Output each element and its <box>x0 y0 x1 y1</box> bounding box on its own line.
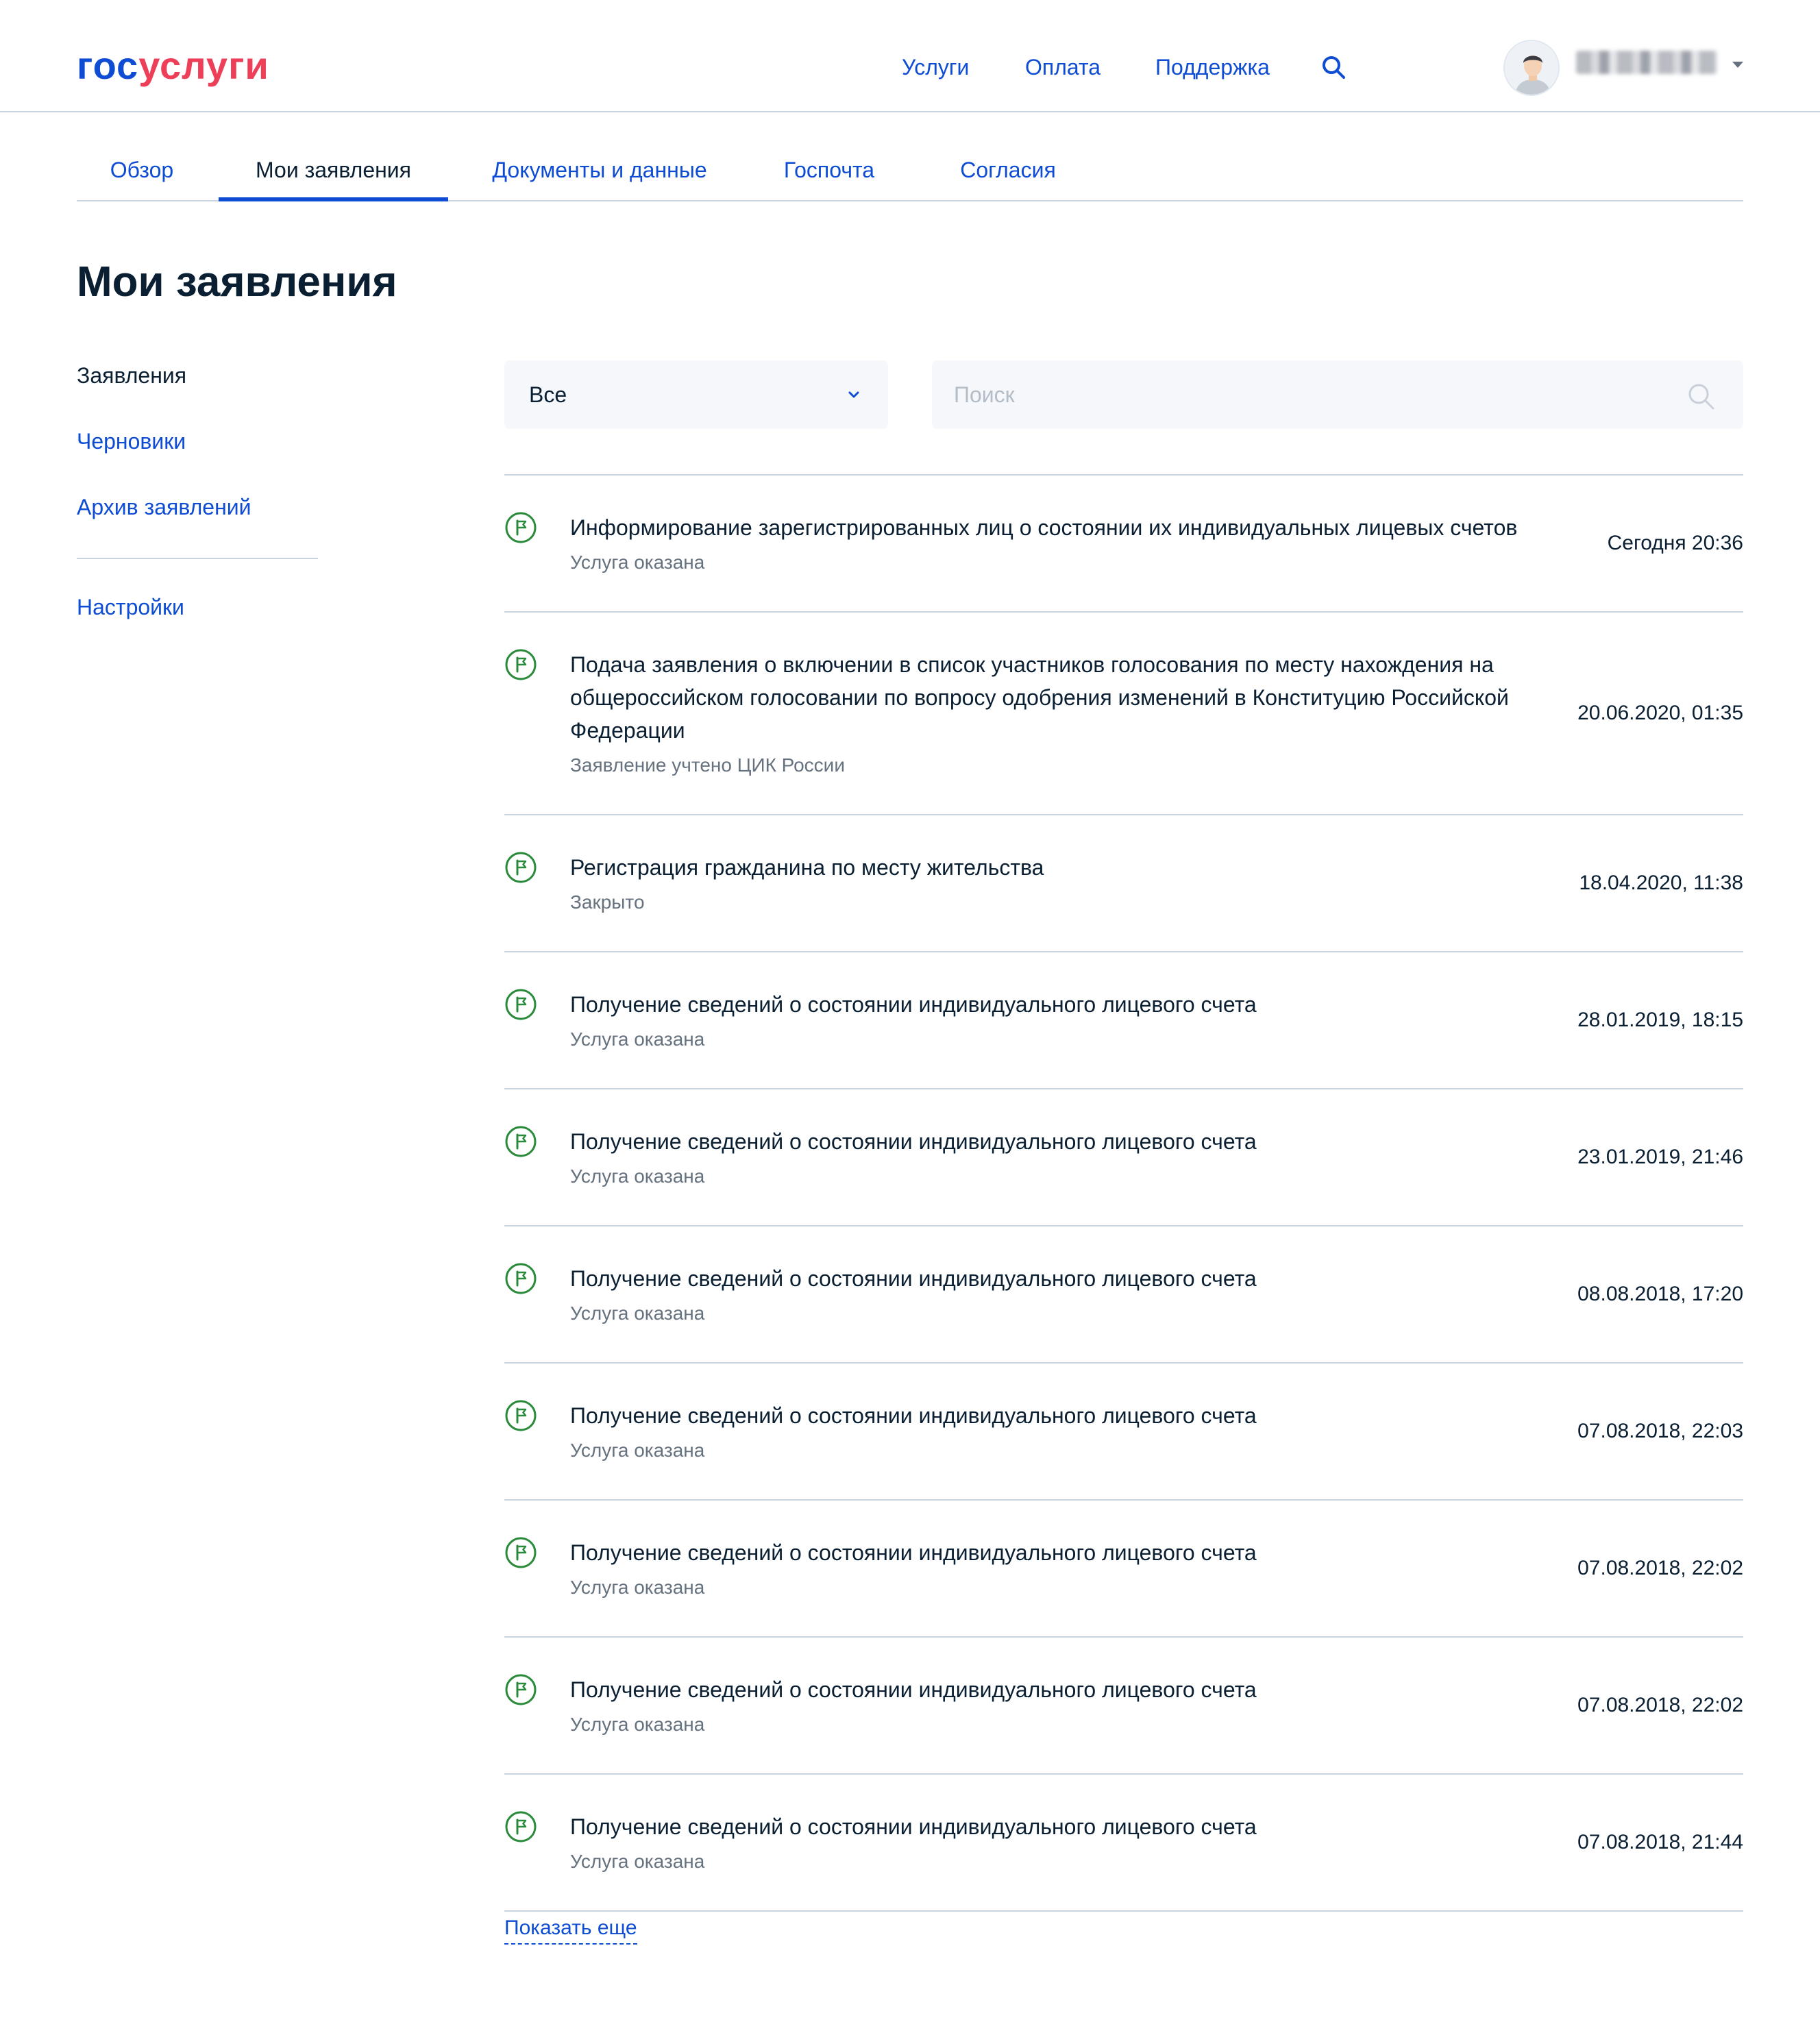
logo-part-gos: гос <box>77 44 139 87</box>
application-title: Получение сведений о состоянии индивидуа… <box>570 992 1257 1017</box>
application-date: 07.08.2018, 22:03 <box>1577 1420 1743 1442</box>
application-title: Получение сведений о состоянии индивидуа… <box>570 1403 1257 1428</box>
application-date: 18.04.2020, 11:38 <box>1579 872 1743 894</box>
application-row[interactable]: Получение сведений о состоянии индивидуа… <box>504 1225 1743 1362</box>
tab-gospochta[interactable]: Госпочта <box>762 156 896 201</box>
sidebar-item-settings[interactable]: Настройки <box>77 592 184 622</box>
application-row[interactable]: Получение сведений о состоянии индивидуа… <box>504 1362 1743 1499</box>
search-input[interactable] <box>954 378 1667 411</box>
application-title: Получение сведений о состоянии индивидуа… <box>570 1677 1257 1702</box>
application-title: Информирование зарегистрированных лиц о … <box>570 515 1518 540</box>
application-row[interactable]: Получение сведений о состоянии индивидуа… <box>504 1088 1743 1225</box>
application-row[interactable]: Получение сведений о состоянии индивидуа… <box>504 1636 1743 1773</box>
application-date: Сегодня 20:36 <box>1607 532 1743 554</box>
flag-status-icon <box>504 1810 537 1843</box>
application-status: Услуга оказана <box>570 1714 705 1735</box>
application-status: Услуга оказана <box>570 1577 705 1598</box>
tab-documents-and-data[interactable]: Документы и данные <box>481 156 718 201</box>
tab-my-applications[interactable]: Мои заявления <box>219 156 448 201</box>
application-title: Получение сведений о состоянии индивидуа… <box>570 1266 1257 1291</box>
flag-status-icon <box>504 511 537 544</box>
tab-overview[interactable]: Обзор <box>77 156 207 201</box>
applications-list: Информирование зарегистрированных лиц о … <box>504 474 1743 1912</box>
application-date: 23.01.2019, 21:46 <box>1577 1146 1743 1168</box>
application-date: 28.01.2019, 18:15 <box>1577 1009 1743 1031</box>
application-title: Получение сведений о состоянии индивидуа… <box>570 1540 1257 1565</box>
application-row[interactable]: Информирование зарегистрированных лиц о … <box>504 474 1743 611</box>
application-date: 20.06.2020, 01:35 <box>1577 702 1743 724</box>
application-status: Услуга оказана <box>570 1303 705 1324</box>
application-date: 07.08.2018, 21:44 <box>1577 1831 1743 1853</box>
application-row[interactable]: Получение сведений о состоянии индивидуа… <box>504 951 1743 1088</box>
application-row[interactable]: Регистрация гражданина по месту жительст… <box>504 814 1743 951</box>
caret-down-icon[interactable] <box>1732 62 1743 68</box>
search-icon[interactable] <box>1320 53 1347 81</box>
tab-consents[interactable]: Согласия <box>932 156 1084 201</box>
application-status: Услуга оказана <box>570 1440 705 1461</box>
flag-status-icon <box>504 1536 537 1569</box>
page: госуслуги Услуги Оплата Поддержка ██████… <box>0 0 1820 2035</box>
application-row[interactable]: Подача заявления о включении в список уч… <box>504 611 1743 814</box>
avatar[interactable] <box>1503 40 1560 96</box>
application-row[interactable]: Получение сведений о состоянии индивидуа… <box>504 1499 1743 1636</box>
application-status: Услуга оказана <box>570 1028 705 1050</box>
application-title: Подача заявления о включении в список уч… <box>570 652 1509 743</box>
application-status: Услуга оказана <box>570 1851 705 1872</box>
sidebar-item-drafts[interactable]: Черновики <box>77 426 186 456</box>
flag-status-icon <box>504 1399 537 1432</box>
application-status: Услуга оказана <box>570 1166 705 1187</box>
gosuslugi-logo[interactable]: госуслуги <box>77 38 269 93</box>
chevron-down-icon <box>844 385 863 404</box>
sidebar-divider <box>77 558 318 559</box>
application-date: 07.08.2018, 22:02 <box>1577 1557 1743 1579</box>
flag-status-icon <box>504 988 537 1021</box>
header: госуслуги Услуги Оплата Поддержка ██████… <box>0 0 1820 112</box>
nav-link-services[interactable]: Услуги <box>902 49 969 85</box>
flag-status-icon <box>504 1673 537 1706</box>
show-more-link[interactable]: Показать еще <box>504 1914 637 1945</box>
flag-status-icon <box>504 1262 537 1295</box>
nav-link-support[interactable]: Поддержка <box>1155 49 1270 85</box>
list-bottom-divider <box>504 1910 1743 1912</box>
account-tabs: Обзор Мои заявления Документы и данные Г… <box>77 152 1743 201</box>
application-status: Закрыто <box>570 891 645 913</box>
username[interactable]: ████████ ██ <box>1576 51 1717 74</box>
nav-link-payment[interactable]: Оплата <box>1025 49 1100 85</box>
sidebar-item-applications[interactable]: Заявления <box>77 360 186 391</box>
status-filter-select[interactable]: Все <box>504 360 888 429</box>
flag-status-icon <box>504 1125 537 1158</box>
search-field <box>932 360 1743 429</box>
application-title: Получение сведений о состоянии индивидуа… <box>570 1814 1257 1839</box>
application-title: Получение сведений о состоянии индивидуа… <box>570 1129 1257 1154</box>
flag-status-icon <box>504 851 537 884</box>
sidebar-item-archive[interactable]: Архив заявлений <box>77 492 251 522</box>
application-date: 07.08.2018, 22:02 <box>1577 1694 1743 1716</box>
flag-status-icon <box>504 648 537 681</box>
application-date: 08.08.2018, 17:20 <box>1577 1283 1743 1305</box>
application-title: Регистрация гражданина по месту жительст… <box>570 855 1044 880</box>
application-status: Заявление учтено ЦИК России <box>570 754 845 776</box>
logo-part-uslugi: услуги <box>138 44 269 87</box>
search-icon[interactable] <box>1686 381 1716 411</box>
application-status: Услуга оказана <box>570 552 705 573</box>
status-filter-value: Все <box>529 382 567 407</box>
page-title: Мои заявления <box>77 258 397 306</box>
application-row[interactable]: Получение сведений о состоянии индивидуа… <box>504 1773 1743 1910</box>
